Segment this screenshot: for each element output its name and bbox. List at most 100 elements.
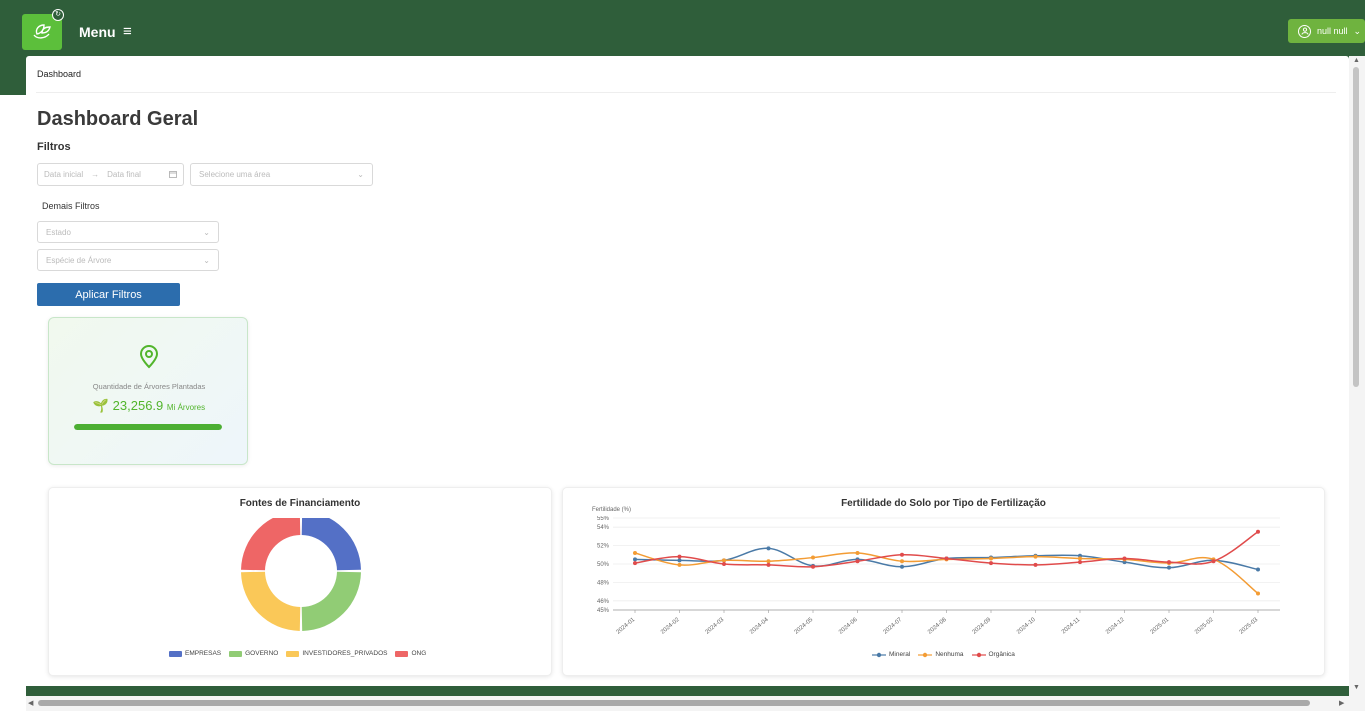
series-line-orgânica	[634, 531, 1259, 568]
data-point[interactable]	[677, 554, 682, 559]
data-point[interactable]	[766, 546, 771, 551]
legend-item-investidores[interactable]: INVESTIDORES_PRIVADOS	[286, 650, 387, 657]
vertical-scrollbar[interactable]: ▲ ▼	[1349, 56, 1365, 696]
user-icon	[1298, 24, 1311, 38]
sprout-icon: 🌱	[92, 398, 110, 413]
x-tick-label: 2024-02	[660, 617, 681, 636]
y-tick-label: 54%	[597, 525, 610, 531]
user-menu-button[interactable]: null null ⌄	[1288, 19, 1365, 43]
calendar-icon	[169, 170, 177, 180]
data-point[interactable]	[722, 558, 726, 563]
data-point[interactable]	[722, 562, 726, 566]
legend-item-empresas[interactable]: EMPRESAS	[169, 650, 221, 657]
stat-progress-fill	[74, 424, 222, 430]
soil-fertility-chart-card: Fertilidade do Solo por Tipo de Fertiliz…	[562, 487, 1325, 676]
data-point[interactable]	[1078, 560, 1082, 565]
legend-item-governo[interactable]: GOVERNO	[229, 650, 278, 657]
data-point[interactable]	[811, 564, 815, 569]
data-point[interactable]	[1167, 565, 1171, 570]
more-filters-title: Demais Filtros	[42, 201, 100, 211]
data-point[interactable]	[900, 552, 904, 557]
y-tick-label: 55%	[597, 516, 610, 522]
data-point[interactable]	[1211, 559, 1216, 564]
menu-label[interactable]: Menu	[79, 24, 116, 40]
scroll-down-arrow-icon[interactable]: ▼	[1353, 684, 1360, 691]
data-point[interactable]	[989, 556, 993, 561]
species-select-placeholder: Espécie de Árvore	[46, 255, 112, 265]
data-point[interactable]	[989, 561, 993, 566]
page-background-left	[0, 95, 26, 711]
data-point[interactable]	[944, 556, 949, 561]
stat-progress-bar	[74, 424, 222, 430]
x-tick-label: 2024-01	[616, 617, 637, 636]
apply-filters-button[interactable]: Aplicar Filtros	[37, 283, 180, 306]
data-point[interactable]	[811, 555, 815, 560]
donut-slice-governo[interactable]	[301, 571, 361, 631]
data-point[interactable]	[677, 562, 682, 567]
data-point[interactable]	[1122, 556, 1127, 561]
legend-line-swatch	[872, 652, 886, 657]
data-point[interactable]	[900, 559, 904, 564]
data-point[interactable]	[1256, 529, 1260, 534]
data-point[interactable]	[633, 550, 637, 555]
chevron-down-icon: ⌄	[203, 255, 210, 265]
date-end-input[interactable]: Data final	[107, 170, 141, 179]
soil-line-chart: 45% 46% 48% 50% 52% 54% 55% 2024-01 2024-02 2024-…	[597, 516, 1280, 636]
hamburger-icon[interactable]: ≡	[123, 23, 132, 40]
legend-label: Orgânica	[988, 651, 1015, 658]
vertical-scroll-thumb[interactable]	[1353, 67, 1359, 387]
data-point[interactable]	[1033, 562, 1038, 567]
data-point[interactable]	[766, 562, 771, 567]
x-tick-label: 2024-05	[794, 617, 815, 636]
date-start-input[interactable]: Data inicial	[44, 170, 83, 179]
data-point[interactable]	[1078, 556, 1082, 561]
legend-item-nenhuma[interactable]: Nenhuma	[918, 651, 964, 658]
funding-chart-title: Fontes de Financiamento	[239, 498, 361, 509]
trees-planted-card: Quantidade de Árvores Plantadas 🌱 23,256…	[48, 317, 248, 465]
data-point[interactable]	[900, 564, 904, 569]
horizontal-scroll-thumb[interactable]	[38, 700, 1310, 706]
data-point[interactable]	[855, 559, 860, 564]
data-point[interactable]	[1256, 567, 1260, 572]
stat-unit: Mi Árvores	[166, 403, 206, 412]
data-point[interactable]	[1167, 560, 1171, 565]
stat-value: 23,256.9	[112, 398, 164, 413]
scroll-up-arrow-icon[interactable]: ▲	[1353, 57, 1360, 64]
legend-line-swatch	[918, 652, 933, 657]
legend-item-ong[interactable]: ONG	[395, 650, 426, 657]
area-select[interactable]: Selecione uma área ⌄	[190, 163, 373, 186]
donut-slice-ong[interactable]	[241, 518, 301, 571]
state-select-placeholder: Estado	[46, 227, 71, 237]
x-tick-label: 2025-03	[1239, 617, 1260, 636]
legend-label: GOVERNO	[245, 650, 279, 657]
y-tick-label: 50%	[597, 562, 610, 568]
area-select-placeholder: Selecione uma área	[199, 170, 271, 179]
chevron-down-icon: ⌄	[357, 170, 364, 179]
scroll-right-arrow-icon[interactable]: ▶	[1339, 699, 1344, 707]
map-pin-icon	[138, 345, 160, 374]
breadcrumb[interactable]: Dashboard	[37, 69, 81, 79]
data-point[interactable]	[1256, 591, 1260, 596]
data-point[interactable]	[677, 558, 682, 563]
soil-chart-ylabel: Fertilidade (%)	[592, 507, 632, 513]
arrow-right-icon: →	[91, 170, 100, 179]
data-point[interactable]	[766, 559, 771, 564]
x-tick-label: 2024-08	[927, 617, 948, 636]
x-tick-label: 2025-02	[1194, 617, 1215, 636]
donut-slice-investidores_privados[interactable]	[241, 571, 301, 631]
donut-slice-empresas[interactable]	[301, 518, 361, 571]
horizontal-scrollbar[interactable]: ◀ ▶	[26, 696, 1349, 711]
data-point[interactable]	[633, 561, 637, 566]
data-point[interactable]	[855, 550, 860, 555]
legend-label: ONG	[411, 650, 427, 657]
data-point[interactable]	[633, 557, 637, 562]
legend-item-organica[interactable]: Orgânica	[971, 651, 1015, 658]
species-select[interactable]: Espécie de Árvore ⌄	[37, 249, 219, 271]
state-select[interactable]: Estado ⌄	[37, 221, 219, 243]
x-tick-label: 2024-03	[705, 617, 726, 636]
legend-item-mineral[interactable]: Mineral	[872, 651, 910, 658]
scroll-left-arrow-icon[interactable]: ◀	[28, 699, 33, 707]
date-range-picker[interactable]: Data inicial → Data final	[37, 163, 184, 186]
data-point[interactable]	[1033, 554, 1038, 559]
legend-label: Mineral	[889, 651, 911, 658]
